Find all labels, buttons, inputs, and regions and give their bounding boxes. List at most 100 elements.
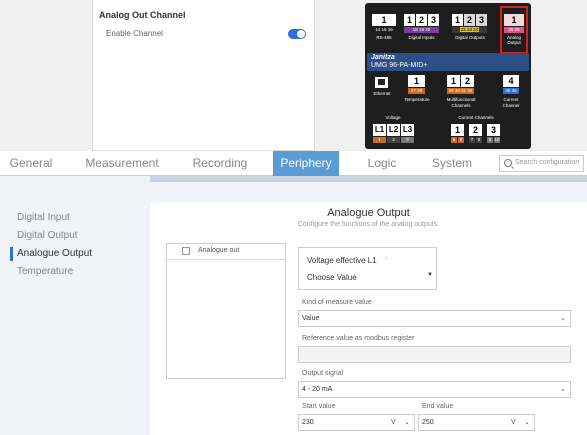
sidebar-item-digital-input[interactable]: Digital Input — [17, 212, 70, 223]
current-channel-3[interactable]: 3 — [487, 124, 500, 136]
current-channel-pins: 35 36 — [503, 88, 519, 94]
output-signal-label: Output signal — [302, 370, 344, 377]
device-brand: Janitza — [371, 54, 395, 61]
reference-value-label: Reference value as modbus register — [302, 335, 415, 342]
current-pin-8: 8 — [476, 137, 482, 143]
current-pin-9: 9 — [487, 137, 493, 143]
enable-channel-toggle[interactable] — [288, 29, 306, 39]
dropdown-arrow-icon[interactable]: ▼ — [427, 272, 433, 278]
choose-value-select[interactable]: Choose Value — [307, 273, 357, 282]
kind-of-measure-label: Kind of measure value — [302, 299, 372, 306]
tab-system[interactable]: System — [420, 151, 484, 176]
panel-title: Analogue Output — [327, 207, 410, 219]
tab-periphery[interactable]: Periphery — [273, 151, 339, 176]
analog-output-highlight — [500, 6, 528, 54]
measure-value-title: Voltage effective L1 — [307, 256, 377, 265]
sidebar-item-temperature[interactable]: Temperature — [17, 266, 73, 277]
kind-of-measure-value: Value — [302, 315, 320, 322]
chevron-down-icon: ⌄ — [560, 315, 566, 322]
multifunctional-1[interactable]: 1 — [447, 75, 460, 87]
tab-logic[interactable]: Logic — [354, 151, 410, 176]
output-signal-select[interactable]: 4 - 20 mA ⌄ — [298, 381, 571, 398]
content-area: Digital Input Digital Output Analogue Ou… — [0, 176, 587, 435]
tab-general[interactable]: General — [0, 151, 62, 176]
analog-out-channel-card: Analog Out Channel Enable Channel — [92, 0, 315, 151]
device-brand-band: Janitza UMG 96-PA-MID+ — [367, 53, 529, 71]
voltage-label: Voltage — [385, 115, 401, 120]
tab-recording[interactable]: Recording — [181, 151, 259, 176]
digital-input-2[interactable]: 2 — [416, 14, 427, 26]
sidebar-item-analogue-output[interactable]: Analogue Output — [17, 248, 92, 259]
start-value-unit: V — [391, 419, 396, 426]
search-input[interactable]: Search configuration — [515, 159, 579, 166]
sidebar-active-marker — [10, 247, 13, 261]
list-item-label: Analogue out — [198, 247, 240, 254]
reference-value-input[interactable] — [298, 346, 571, 363]
voltage-pin-1: 1 — [373, 137, 386, 143]
temperature-label: Temperature — [404, 97, 430, 102]
current-channels-label: Current Channels — [458, 115, 494, 120]
digital-output-3[interactable]: 3 — [476, 14, 487, 26]
ethernet-label: Ethernet — [373, 91, 391, 96]
main-tabs: General Measurement Recording Periphery … — [0, 151, 587, 176]
rs485-block[interactable]: 1 — [372, 14, 396, 26]
digital-outputs-label: Digital Outputs — [455, 35, 485, 40]
multifunctional-label: Multifunctional Channels — [446, 97, 476, 108]
chevron-down-icon[interactable]: ⌄ — [524, 418, 530, 426]
end-value-unit: V — [511, 419, 516, 426]
panel-subtitle: Configure the functions of the analog ou… — [297, 221, 440, 228]
search-icon — [504, 159, 512, 167]
content-shadow-bar — [150, 176, 587, 182]
digital-outputs-pins-text: 22 23 24 — [459, 27, 480, 32]
current-channel-2[interactable]: 2 — [469, 124, 482, 136]
start-value-text: 230 — [302, 419, 314, 426]
multifunctional-pins: 29 30 31 32 — [447, 88, 474, 94]
voltage-pin-3: 3 — [401, 137, 414, 143]
digital-output-2[interactable]: 2 — [464, 14, 475, 26]
sidebar-item-digital-output[interactable]: Digital Output — [17, 230, 78, 241]
end-value-label: End value — [422, 403, 454, 410]
analog-out-channel-title: Analog Out Channel — [99, 10, 186, 20]
rs485-label: RS-485 — [376, 35, 392, 40]
digital-input-1[interactable]: 1 — [404, 14, 415, 26]
analogue-out-list: Analogue out — [166, 243, 286, 379]
multifunctional-2[interactable]: 2 — [461, 75, 474, 87]
kind-of-measure-select[interactable]: Value ⌄ — [298, 310, 571, 327]
measure-value-card[interactable]: Voltage effective L1 ‹ Choose Value ▼ — [298, 247, 437, 290]
ethernet-port-icon[interactable] — [375, 77, 388, 88]
output-signal-value: 4 - 20 mA — [302, 386, 333, 393]
device-diagram: 1 14 15 16 RS-485 1 2 3 18 19 20 Digital… — [365, 3, 531, 149]
current-channel-1[interactable]: 1 — [451, 124, 464, 136]
chevron-left-icon[interactable]: ‹ — [385, 255, 387, 262]
chevron-down-icon[interactable]: ⌄ — [404, 418, 410, 426]
digital-output-1[interactable]: 1 — [452, 14, 463, 26]
temperature-pins: 27 28 — [408, 88, 425, 94]
voltage-pin-2: 2 — [387, 137, 400, 143]
current-channel-block[interactable]: 4 — [503, 75, 519, 87]
temperature-block[interactable]: 1 — [408, 75, 425, 87]
ethernet-port-socket-icon — [378, 79, 385, 85]
chevron-down-icon: ⌄ — [560, 386, 566, 393]
current-channel-label: Current Channel — [502, 97, 520, 108]
digital-inputs-label: Digital Inputs — [408, 35, 435, 40]
rs485-pins: 14 15 16 — [375, 27, 393, 32]
start-value-input[interactable]: 230 V ⌄ — [298, 414, 415, 431]
checkbox-icon[interactable] — [182, 247, 190, 255]
digital-input-3[interactable]: 3 — [428, 14, 439, 26]
current-pin-7: 7 — [469, 137, 475, 143]
tab-measurement[interactable]: Measurement — [78, 151, 166, 176]
end-value-input[interactable]: 250 V ⌄ — [418, 414, 535, 431]
voltage-l2[interactable]: L2 — [387, 124, 400, 136]
digital-outputs-pins: 22 23 24 — [452, 27, 487, 33]
analogue-output-panel: Analogue Output Configure the functions … — [150, 203, 587, 435]
top-area: Analog Out Channel Enable Channel 1 14 1… — [0, 0, 587, 151]
list-item[interactable]: Analogue out — [167, 244, 285, 260]
device-model: UMG 96-PA-MID+ — [371, 62, 428, 69]
start-value-label: Start value — [302, 403, 336, 410]
current-pin-5: 5 — [451, 137, 457, 143]
voltage-l3[interactable]: L3 — [401, 124, 414, 136]
search-box[interactable]: Search configuration — [499, 155, 584, 172]
voltage-l1[interactable]: L1 — [373, 124, 386, 136]
enable-channel-label: Enable Channel — [106, 29, 163, 38]
current-pin-10: 10 — [494, 137, 500, 143]
